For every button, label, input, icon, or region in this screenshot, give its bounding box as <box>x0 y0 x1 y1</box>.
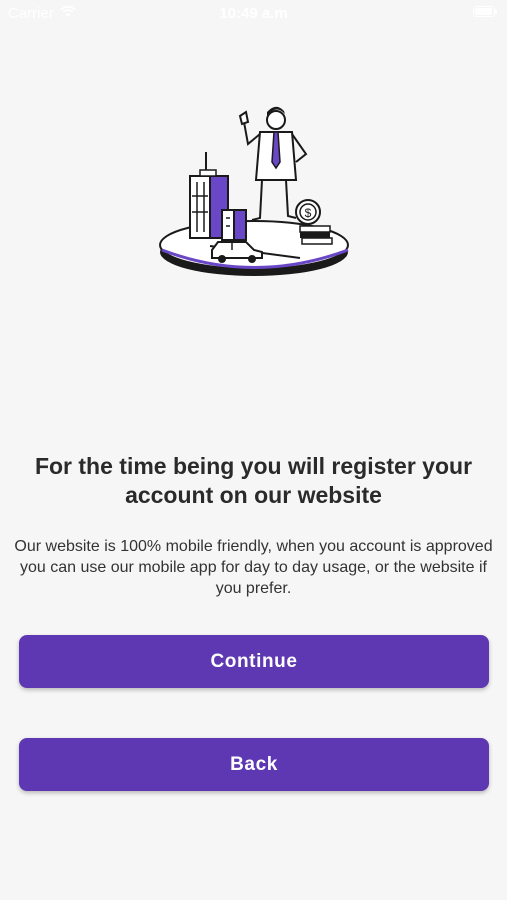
businessman-city-illustration: $ <box>150 100 360 290</box>
continue-button[interactable]: Continue <box>19 635 489 688</box>
status-time: 10:49 a.m <box>219 5 288 22</box>
back-button[interactable]: Back <box>19 738 489 791</box>
status-bar: Carrier 10:49 a.m <box>0 0 507 28</box>
battery-fill <box>475 8 492 15</box>
description-text: Our website is 100% mobile friendly, whe… <box>14 538 493 597</box>
page-title: For the time being you will register you… <box>34 453 473 508</box>
svg-text:$: $ <box>305 206 312 220</box>
battery-icon <box>473 6 497 17</box>
registration-info-screen: Carrier 10:49 a.m $ For the time being y… <box>0 0 507 900</box>
